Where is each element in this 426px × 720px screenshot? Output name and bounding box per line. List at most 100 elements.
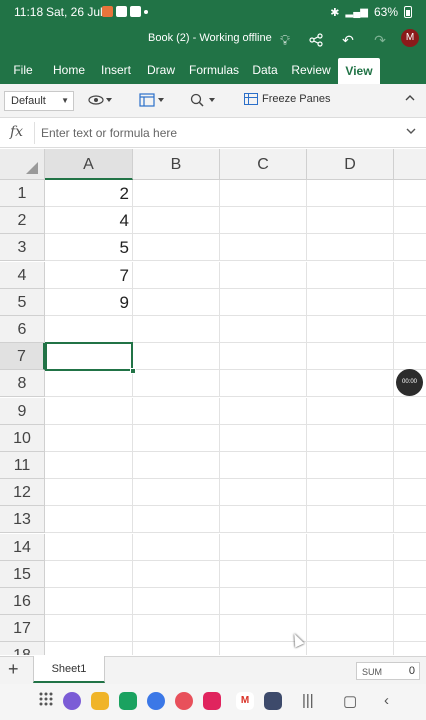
cell-b1[interactable] (133, 180, 220, 207)
row-header-4[interactable]: 4 (0, 262, 45, 289)
tab-home[interactable]: Home (50, 56, 88, 84)
files-icon[interactable] (91, 692, 109, 710)
cell-c2[interactable] (220, 207, 307, 234)
column-header-partial[interactable] (394, 149, 426, 180)
cell-a4[interactable]: 7 (45, 262, 133, 289)
cell-e12[interactable] (394, 479, 426, 506)
row-header-6[interactable]: 6 (0, 316, 45, 343)
cell-c13[interactable] (220, 506, 307, 533)
cell-b18[interactable] (133, 642, 220, 655)
cell-a12[interactable] (45, 479, 133, 506)
tab-data[interactable]: Data (250, 56, 280, 84)
contacts-icon[interactable] (175, 692, 193, 710)
row-header-10[interactable]: 10 (0, 425, 45, 452)
cell-d1[interactable] (307, 180, 394, 207)
home-icon[interactable]: ▢ (343, 692, 357, 710)
cell-c9[interactable] (220, 398, 307, 425)
cell-d5[interactable] (307, 289, 394, 316)
cell-e17[interactable] (394, 615, 426, 642)
cell-b4[interactable] (133, 262, 220, 289)
gmail-icon[interactable]: M (236, 692, 254, 710)
cell-a3[interactable]: 5 (45, 234, 133, 261)
cell-d3[interactable] (307, 234, 394, 261)
cell-e11[interactable] (394, 452, 426, 479)
cell-b2[interactable] (133, 207, 220, 234)
cell-e14[interactable] (394, 534, 426, 561)
column-header-a[interactable]: A (45, 149, 133, 180)
row-header-9[interactable]: 9 (0, 398, 45, 425)
viber-icon[interactable] (63, 692, 81, 710)
add-sheet-button[interactable]: + (8, 659, 19, 680)
cell-b14[interactable] (133, 534, 220, 561)
cell-c8[interactable] (220, 370, 307, 397)
row-header-12[interactable]: 12 (0, 479, 45, 506)
column-header-d[interactable]: D (307, 149, 394, 180)
row-header-15[interactable]: 15 (0, 561, 45, 588)
cell-d16[interactable] (307, 588, 394, 615)
cell-e15[interactable] (394, 561, 426, 588)
zoom-icon[interactable] (190, 93, 220, 111)
cell-a11[interactable] (45, 452, 133, 479)
cell-c11[interactable] (220, 452, 307, 479)
cell-b15[interactable] (133, 561, 220, 588)
cell-c14[interactable] (220, 534, 307, 561)
row-header-13[interactable]: 13 (0, 506, 45, 533)
cell-d14[interactable] (307, 534, 394, 561)
row-header-5[interactable]: 5 (0, 289, 45, 316)
cell-a13[interactable] (45, 506, 133, 533)
cell-c12[interactable] (220, 479, 307, 506)
cell-e18[interactable] (394, 642, 426, 655)
camera-icon[interactable] (203, 692, 221, 710)
row-header-11[interactable]: 11 (0, 452, 45, 479)
row-header-8[interactable]: 8 (0, 370, 45, 397)
freeze-panes-button[interactable]: Freeze Panes (244, 93, 330, 105)
sum-status[interactable]: SUM 0 (356, 662, 420, 680)
cell-e6[interactable] (394, 316, 426, 343)
tab-draw[interactable]: Draw (144, 56, 178, 84)
select-all-corner[interactable] (0, 149, 45, 180)
avatar[interactable]: M (401, 29, 419, 47)
cell-c7[interactable] (220, 343, 307, 370)
cell-b16[interactable] (133, 588, 220, 615)
cell-c6[interactable] (220, 316, 307, 343)
cell-c15[interactable] (220, 561, 307, 588)
row-header-17[interactable]: 17 (0, 615, 45, 642)
cell-e10[interactable] (394, 425, 426, 452)
cell-c16[interactable] (220, 588, 307, 615)
recents-icon[interactable]: ||| (302, 692, 314, 709)
cell-c1[interactable] (220, 180, 307, 207)
cell-a1[interactable]: 2 (45, 180, 133, 207)
cell-b7[interactable] (133, 343, 220, 370)
row-header-18[interactable]: 18 (0, 642, 45, 655)
row-header-1[interactable]: 1 (0, 180, 45, 207)
cell-b8[interactable] (133, 370, 220, 397)
cell-a15[interactable] (45, 561, 133, 588)
cell-d7[interactable] (307, 343, 394, 370)
cell-e9[interactable] (394, 398, 426, 425)
cell-c3[interactable] (220, 234, 307, 261)
messages-icon[interactable] (147, 692, 165, 710)
cell-e4[interactable] (394, 262, 426, 289)
cell-a9[interactable] (45, 398, 133, 425)
cell-a10[interactable] (45, 425, 133, 452)
cell-d15[interactable] (307, 561, 394, 588)
cell-b13[interactable] (133, 506, 220, 533)
cell-a16[interactable] (45, 588, 133, 615)
row-header-14[interactable]: 14 (0, 534, 45, 561)
tab-formulas[interactable]: Formulas (188, 56, 240, 84)
row-header-16[interactable]: 16 (0, 588, 45, 615)
back-icon[interactable]: ‹ (384, 692, 389, 709)
cell-e1[interactable] (394, 180, 426, 207)
cell-b6[interactable] (133, 316, 220, 343)
row-header-2[interactable]: 2 (0, 207, 45, 234)
cell-a17[interactable] (45, 615, 133, 642)
selected-cell[interactable] (45, 342, 133, 371)
cell-c5[interactable] (220, 289, 307, 316)
cell-a2[interactable]: 4 (45, 207, 133, 234)
redo-icon[interactable]: ↷ (369, 29, 391, 51)
cell-d2[interactable] (307, 207, 394, 234)
sheet-view-select[interactable]: Default ▼ (4, 91, 74, 111)
row-header-7[interactable]: 7 (0, 343, 45, 370)
column-header-c[interactable]: C (220, 149, 307, 180)
column-header-b[interactable]: B (133, 149, 220, 180)
